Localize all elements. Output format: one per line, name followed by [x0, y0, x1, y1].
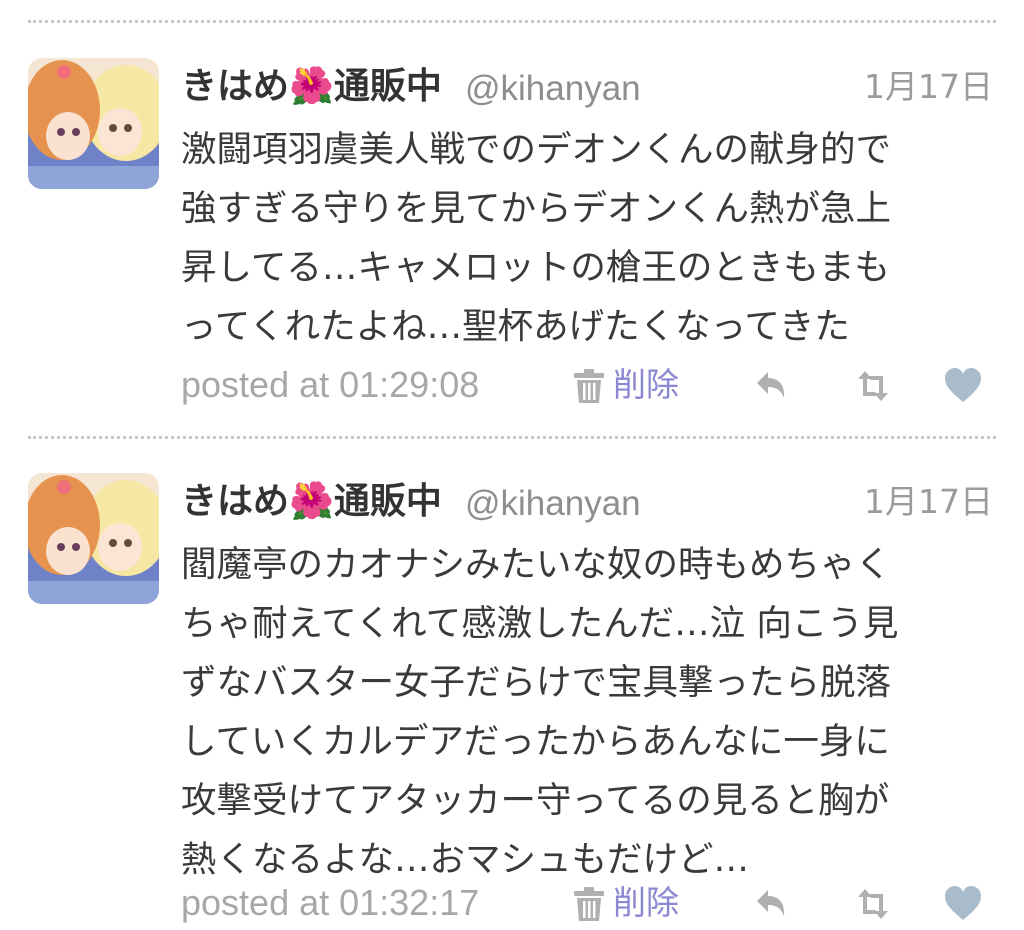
delete-label: 削除: [613, 883, 679, 922]
delete-label: 削除: [613, 365, 679, 404]
retweet-icon[interactable]: [853, 366, 893, 406]
tweet-text-line: ってくれたよね…聖杯あげたくなってきた: [181, 306, 850, 347]
tweet-header: きはめ🌺通販中 @kihanyan 1月17日: [181, 62, 993, 112]
posted-time: posted at 01:29:08: [181, 364, 480, 405]
heart-icon[interactable]: [943, 366, 983, 406]
tweet-text-line: ちゃ耐えてくれて感激したんだ…泣 向こう見: [181, 603, 899, 644]
avatar[interactable]: [28, 473, 159, 604]
heart-icon[interactable]: [943, 884, 983, 924]
tweet-text-line: 昇してる…キャメロットの槍王のときもまも: [181, 247, 890, 288]
tweet-text: 激闘項羽虞美人戦でのデオンくんの献身的で 強すぎる守りを見てからデオンくん熱が急…: [181, 120, 1006, 356]
tweet-text: 閻魔亭のカオナシみたいな奴の時もめちゃく ちゃ耐えてくれて感激したんだ…泣 向こ…: [181, 535, 1006, 889]
user-handle[interactable]: @kihanyan: [465, 479, 641, 529]
reply-icon[interactable]: [751, 366, 791, 406]
posted-time: posted at 01:32:17: [181, 882, 480, 923]
tweet-divider: [28, 20, 996, 23]
tweet-footer: posted at 01:32:17 削除: [181, 878, 993, 928]
tweet-text-line: ずなバスター女子だらけで宝具撃ったら脱落: [181, 662, 892, 703]
tweet-text-line: 攻撃受けてアタッカー守ってるの見ると胸が: [181, 780, 890, 821]
avatar[interactable]: [28, 58, 159, 189]
tweet-divider: [28, 436, 996, 439]
tweet-text-line: 閻魔亭のカオナシみたいな奴の時もめちゃく: [181, 544, 892, 585]
tweet-header: きはめ🌺通販中 @kihanyan 1月17日: [181, 477, 993, 527]
display-name[interactable]: きはめ🌺通販中: [181, 477, 442, 527]
trash-icon: [573, 886, 605, 922]
tweet-text-line: 激闘項羽虞美人戦でのデオンくんの献身的で: [181, 129, 892, 170]
user-handle[interactable]: @kihanyan: [465, 64, 641, 114]
tweet-date[interactable]: 1月17日: [864, 62, 993, 112]
tweet-text-line: 強すぎる守りを見てからデオンくん熱が急上: [181, 188, 892, 229]
trash-icon: [573, 368, 605, 404]
reply-icon[interactable]: [751, 884, 791, 924]
tweet-footer: posted at 01:29:08 削除: [181, 360, 993, 410]
display-name[interactable]: きはめ🌺通販中: [181, 62, 442, 112]
tweet-text-line: していくカルデアだったからあんなに一身に: [181, 721, 890, 762]
tweet-date[interactable]: 1月17日: [864, 477, 993, 527]
retweet-icon[interactable]: [853, 884, 893, 924]
